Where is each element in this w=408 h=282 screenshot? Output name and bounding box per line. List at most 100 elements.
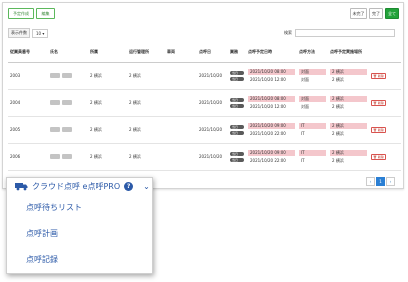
slot-time: 2021/10/20 08:00 bbox=[248, 68, 295, 75]
affiliation-cell: 2 横浜 bbox=[88, 89, 127, 117]
create-schedule-button[interactable]: 予定作成 bbox=[8, 8, 34, 19]
office-cell: 2 横浜 bbox=[127, 143, 165, 171]
slot-time: 2021/10/20 08:00 bbox=[248, 95, 295, 102]
method-cell: 対面 対面 bbox=[297, 62, 328, 90]
slot-time: 2021/10/20 12:00 bbox=[250, 103, 286, 109]
scheduled-time-cell: 2021/10/20 08:00 2021/10/20 12:00 bbox=[246, 89, 297, 117]
scheduled-time-cell: 2021/10/20 09:00 2021/10/20 22:00 bbox=[246, 143, 297, 171]
affiliation-cell: 2 横浜 bbox=[88, 62, 127, 90]
header-employee-id[interactable]: 従業員番号 bbox=[8, 48, 48, 63]
vehicle-cell bbox=[165, 89, 197, 117]
method-cell: 対面 対面 bbox=[297, 89, 328, 117]
slot-place: 2 横浜 bbox=[330, 149, 367, 156]
place-cell: 2 横浜 2 横浜 bbox=[328, 89, 369, 117]
slot-place: 2 横浜 bbox=[332, 103, 344, 109]
help-icon[interactable]: ? bbox=[124, 182, 134, 191]
header-vehicle[interactable]: 車両 bbox=[165, 48, 197, 63]
slot-place: 2 横浜 bbox=[330, 68, 367, 75]
slot-time: 2021/10/20 09:00 bbox=[248, 149, 295, 156]
employee-id-cell: 2004 bbox=[8, 89, 48, 117]
method-cell: IT IT bbox=[297, 143, 328, 171]
task-badge: 当日 bbox=[230, 103, 244, 108]
slot-method: 対面 bbox=[301, 76, 309, 82]
schedule-table: 従業員番号 氏名 所属 运行管理所 車両 点呼日 業務 点呼予定日時 点呼方法 … bbox=[8, 48, 401, 171]
place-cell: 2 横浜 2 横浜 bbox=[328, 116, 369, 144]
pagination-next[interactable]: › bbox=[386, 177, 395, 186]
slot-place: 2 横浜 bbox=[330, 122, 367, 129]
filter-all-button[interactable]: 全て bbox=[385, 8, 399, 19]
table-row[interactable]: 2006 2 横浜 2 横浜 2021/10/20 当日 当日 2021/10/20 09:… bbox=[8, 143, 401, 171]
header-affiliation[interactable]: 所属 bbox=[88, 48, 127, 63]
slot-method: 対面 bbox=[301, 103, 309, 109]
slot-time: 2021/10/20 09:00 bbox=[248, 122, 295, 129]
menu-title: クラウド点呼 e点呼PRO bbox=[32, 182, 121, 191]
header-date[interactable]: 点呼日 bbox=[197, 48, 228, 63]
delete-button[interactable]: 🗑 削除 bbox=[371, 154, 386, 160]
delete-button[interactable]: 🗑 削除 bbox=[371, 127, 386, 133]
pagination-page[interactable]: 1 bbox=[376, 177, 385, 186]
task-badge: 当日 bbox=[230, 70, 244, 75]
menu-item-call-plan[interactable]: 点呼計画 bbox=[7, 221, 152, 247]
date-cell: 2021/10/20 bbox=[197, 143, 228, 171]
redacted-name bbox=[50, 153, 72, 159]
slot-place: 2 横浜 bbox=[332, 76, 344, 82]
scheduled-time-cell: 2021/10/20 09:00 2021/10/20 22:00 bbox=[246, 116, 297, 144]
app-menu: クラウド点呼 e点呼PRO ? ⌄ 点呼待ちリスト 点呼計画 点呼記録 bbox=[6, 177, 153, 274]
header-name[interactable]: 氏名 bbox=[48, 48, 88, 63]
task-badge: 当日 bbox=[230, 130, 244, 135]
office-cell: 2 横浜 bbox=[127, 89, 165, 117]
filter-complete-button[interactable]: 完了 bbox=[369, 8, 383, 19]
office-cell: 2 横浜 bbox=[127, 116, 165, 144]
header-scheduled-time[interactable]: 点呼予定日時 bbox=[246, 48, 297, 63]
table-row[interactable]: 2003 2 横浜 2 横浜 2021/10/20 当日 当日 2021/10/20 08:… bbox=[8, 62, 401, 90]
employee-id-cell: 2005 bbox=[8, 116, 48, 144]
redacted-name bbox=[50, 99, 72, 105]
delete-button[interactable]: 🗑 削除 bbox=[371, 100, 386, 106]
search-input[interactable] bbox=[295, 29, 395, 37]
date-cell: 2021/10/20 bbox=[197, 62, 228, 90]
actions-cell: 🗑 削除 bbox=[369, 143, 401, 171]
task-badge: 当日 bbox=[230, 151, 244, 156]
slot-method: IT bbox=[299, 149, 326, 156]
task-cell: 当日 当日 bbox=[228, 62, 246, 90]
pagination-prev[interactable]: ‹ bbox=[366, 177, 375, 186]
task-badge: 当日 bbox=[230, 97, 244, 102]
filter-incomplete-button[interactable]: 未完了 bbox=[350, 8, 367, 19]
name-cell bbox=[48, 89, 88, 117]
page-length-control: 表示件数 10 ▾ bbox=[8, 28, 49, 38]
menu-item-call-records[interactable]: 点呼記録 bbox=[7, 247, 152, 273]
date-cell: 2021/10/20 bbox=[197, 116, 228, 144]
search-control: 検索 bbox=[284, 29, 395, 37]
pagination: ‹ 1 › bbox=[366, 177, 395, 186]
page-length-select[interactable]: 10 ▾ bbox=[32, 28, 49, 38]
slot-place: 2 横浜 bbox=[330, 95, 367, 102]
office-cell: 2 横浜 bbox=[127, 62, 165, 90]
delete-button[interactable]: 🗑 削除 bbox=[371, 73, 386, 79]
slot-time: 2021/10/20 22:00 bbox=[250, 157, 286, 163]
actions-cell: 🗑 削除 bbox=[369, 116, 401, 144]
header-task[interactable]: 業務 bbox=[228, 48, 246, 63]
menu-item-call-waiting-list[interactable]: 点呼待ちリスト bbox=[7, 195, 152, 221]
header-place[interactable]: 点呼予定実施場所 bbox=[328, 48, 369, 63]
header-method[interactable]: 点呼方法 bbox=[297, 48, 328, 63]
chevron-down-icon[interactable]: ⌄ bbox=[143, 182, 150, 190]
header-office[interactable]: 运行管理所 bbox=[127, 48, 165, 63]
slot-place: 2 横浜 bbox=[332, 130, 344, 136]
slot-method: IT bbox=[299, 122, 326, 129]
slot-method: IT bbox=[301, 157, 305, 163]
employee-id-cell: 2006 bbox=[8, 143, 48, 171]
name-cell bbox=[48, 62, 88, 90]
redacted-name bbox=[50, 126, 72, 132]
slot-method: 対面 bbox=[299, 95, 326, 102]
task-badge: 当日 bbox=[230, 124, 244, 129]
redacted-name bbox=[50, 72, 72, 78]
menu-header[interactable]: クラウド点呼 e点呼PRO ? ⌄ bbox=[7, 178, 152, 195]
vehicle-cell bbox=[165, 116, 197, 144]
name-cell bbox=[48, 143, 88, 171]
table-row[interactable]: 2004 2 横浜 2 横浜 2021/10/20 当日 当日 2021/10/20 08:… bbox=[8, 89, 401, 117]
place-cell: 2 横浜 2 横浜 bbox=[328, 62, 369, 90]
edit-button[interactable]: 編集 bbox=[36, 8, 55, 19]
slot-time: 2021/10/20 12:00 bbox=[250, 76, 286, 82]
slot-method: IT bbox=[301, 130, 305, 136]
table-row[interactable]: 2005 2 横浜 2 横浜 2021/10/20 当日 当日 2021/10/20 09:… bbox=[8, 116, 401, 144]
